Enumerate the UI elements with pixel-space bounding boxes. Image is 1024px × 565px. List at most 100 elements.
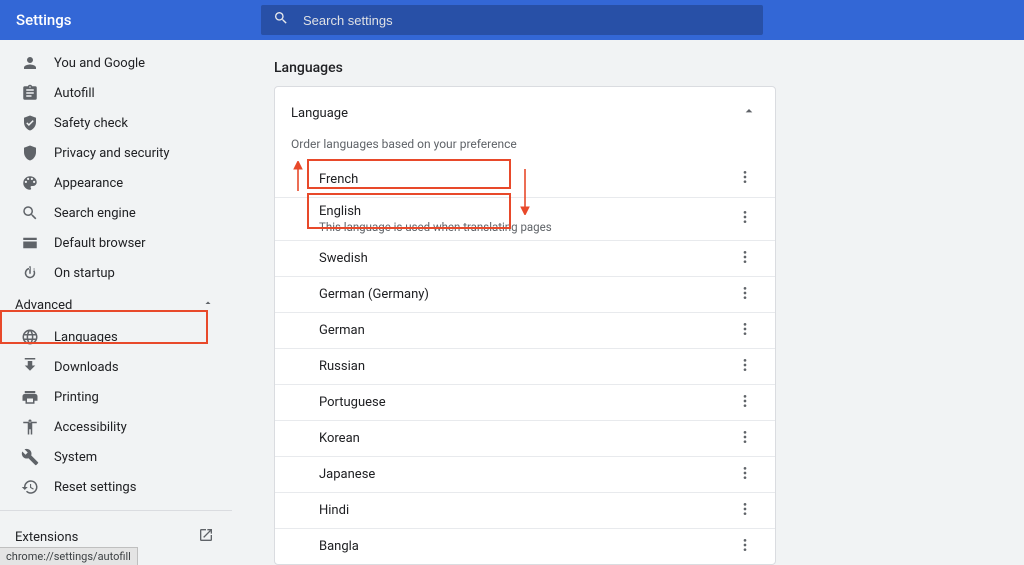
more-vert-icon — [737, 249, 753, 269]
sidebar-item-languages[interactable]: Languages — [0, 322, 232, 352]
language-list: French EnglishThis language is used when … — [275, 161, 775, 564]
language-text: Hindi — [319, 497, 349, 524]
sidebar-item-system[interactable]: System — [0, 442, 232, 472]
more-options-button[interactable] — [733, 427, 757, 451]
language-caption: This language is used when translating p… — [319, 220, 552, 234]
sidebar-item-label: Privacy and security — [54, 146, 170, 161]
more-vert-icon — [737, 209, 753, 229]
language-name: German — [319, 323, 365, 338]
language-name: French — [319, 172, 358, 187]
chevron-up-icon — [741, 103, 757, 123]
language-row: Swedish — [275, 240, 775, 276]
search-icon — [273, 10, 289, 30]
more-options-button[interactable] — [733, 283, 757, 307]
page-title: Settings — [16, 11, 261, 29]
card-header[interactable]: Language — [275, 87, 775, 137]
sidebar-item-autofill[interactable]: Autofill — [0, 78, 232, 108]
more-options-button[interactable] — [733, 207, 757, 231]
palette-icon — [20, 173, 40, 193]
language-name: Swedish — [319, 251, 368, 266]
sidebar-item-label: On startup — [54, 266, 115, 281]
more-vert-icon — [737, 501, 753, 521]
sidebar-item-label: System — [54, 450, 97, 465]
more-vert-icon — [737, 429, 753, 449]
more-options-button[interactable] — [733, 499, 757, 523]
language-row: Portuguese — [275, 384, 775, 420]
sidebar-item-label: Autofill — [54, 86, 95, 101]
search-input[interactable] — [303, 13, 751, 28]
search-box[interactable] — [261, 5, 763, 35]
sidebar-item-label: Default browser — [54, 236, 146, 251]
search-icon — [20, 203, 40, 223]
more-options-button[interactable] — [733, 463, 757, 487]
open-in-new-icon — [198, 527, 214, 547]
more-options-button[interactable] — [733, 247, 757, 271]
extensions-label: Extensions — [15, 530, 78, 545]
status-url: chrome://settings/autofill — [0, 547, 138, 565]
sidebar-item-downloads[interactable]: Downloads — [0, 352, 232, 382]
sidebar-item-printing[interactable]: Printing — [0, 382, 232, 412]
order-hint: Order languages based on your preference — [275, 137, 775, 161]
language-text: EnglishThis language is used when transl… — [319, 198, 552, 240]
language-name: Korean — [319, 431, 360, 446]
shield-check-icon — [20, 113, 40, 133]
language-row: Japanese — [275, 456, 775, 492]
browser-icon — [20, 233, 40, 253]
language-name: German (Germany) — [319, 287, 429, 302]
language-text: Bangla — [319, 533, 359, 560]
language-row: Korean — [275, 420, 775, 456]
more-vert-icon — [737, 393, 753, 413]
sidebar-item-label: Downloads — [54, 360, 119, 375]
sidebar-item-accessibility[interactable]: Accessibility — [0, 412, 232, 442]
sidebar-item-search-engine[interactable]: Search engine — [0, 198, 232, 228]
sidebar-item-reset[interactable]: Reset settings — [0, 472, 232, 502]
sidebar-item-label: Search engine — [54, 206, 136, 221]
language-row: Russian — [275, 348, 775, 384]
more-vert-icon — [737, 321, 753, 341]
sidebar-section-advanced[interactable]: Advanced — [0, 288, 232, 322]
language-name: Russian — [319, 359, 365, 374]
language-row: German (Germany) — [275, 276, 775, 312]
language-name: Japanese — [319, 467, 375, 482]
main-title: Languages — [274, 60, 1024, 76]
more-options-button[interactable] — [733, 319, 757, 343]
sidebar-item-label: You and Google — [54, 56, 145, 71]
power-icon — [20, 263, 40, 283]
restore-icon — [20, 477, 40, 497]
header: Settings — [0, 0, 1024, 40]
download-icon — [20, 357, 40, 377]
sidebar-item-default-browser[interactable]: Default browser — [0, 228, 232, 258]
language-row: German — [275, 312, 775, 348]
sidebar-item-appearance[interactable]: Appearance — [0, 168, 232, 198]
divider — [0, 510, 232, 511]
person-icon — [20, 53, 40, 73]
sidebar-item-label: Appearance — [54, 176, 123, 191]
sidebar-item-privacy[interactable]: Privacy and security — [0, 138, 232, 168]
language-text: German — [319, 317, 365, 344]
language-text: Portuguese — [319, 389, 386, 416]
shield-icon — [20, 143, 40, 163]
sidebar-item-you-and-google[interactable]: You and Google — [0, 48, 232, 78]
language-name: English — [319, 204, 552, 219]
language-name: Hindi — [319, 503, 349, 518]
language-row: Hindi — [275, 492, 775, 528]
more-vert-icon — [737, 285, 753, 305]
sidebar-item-on-startup[interactable]: On startup — [0, 258, 232, 288]
language-name: Bangla — [319, 539, 359, 554]
language-name: Portuguese — [319, 395, 386, 410]
card-title: Language — [291, 106, 348, 121]
sidebar-item-safety-check[interactable]: Safety check — [0, 108, 232, 138]
more-options-button[interactable] — [733, 535, 757, 559]
accessibility-icon — [20, 417, 40, 437]
wrench-icon — [20, 447, 40, 467]
more-options-button[interactable] — [733, 391, 757, 415]
sidebar-item-label: Safety check — [54, 116, 128, 131]
more-vert-icon — [737, 357, 753, 377]
more-vert-icon — [737, 537, 753, 557]
more-options-button[interactable] — [733, 167, 757, 191]
more-vert-icon — [737, 465, 753, 485]
chevron-up-icon — [202, 297, 214, 313]
language-text: Japanese — [319, 461, 375, 488]
body: You and Google Autofill Safety check Pri… — [0, 40, 1024, 565]
more-options-button[interactable] — [733, 355, 757, 379]
